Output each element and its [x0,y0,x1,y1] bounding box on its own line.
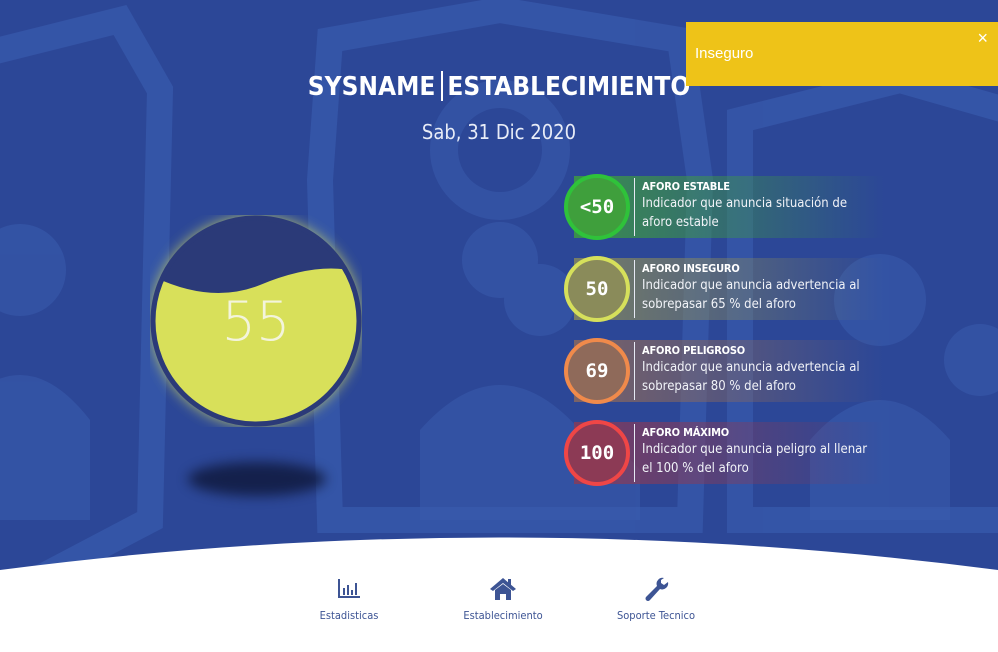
close-icon[interactable]: × [977,28,988,49]
nav-item-estadisticas[interactable]: Estadisticas [274,576,424,622]
legend-description: Indicador que anuncia peligro al llenar … [642,442,868,476]
gauge-shadow [188,462,326,496]
nav-item-soporte-tecnico[interactable]: Soporte Tecnico [581,576,731,622]
legend-item: 69 AFORO PELIGROSO Indicador que anuncia a… [564,338,884,404]
app-screen: SYSNAME ESTABLECIMIENTO Sab, 31 Dic 2020 … [0,0,998,652]
gauge-value: 55 [221,290,291,353]
establishment-name: ESTABLECIMIENTO [447,72,691,102]
legend-indicator-circle: 100 [564,420,630,486]
nav-item-establecimiento[interactable]: Establecimiento [428,576,578,622]
legend-item: 100 AFORO MÁXIMO Indicador que anuncia pel… [564,420,884,486]
legend-title: AFORO INSEGURO [642,262,740,275]
legend-divider [634,178,635,236]
legend-title: AFORO ESTABLE [642,180,730,193]
current-date: Sab, 31 Dic 2020 [421,120,577,144]
legend-indicator-circle: 69 [564,338,630,404]
title-separator [441,70,444,101]
toast-message: Inseguro [695,45,754,62]
legend-indicator-circle: <50 [564,174,630,240]
bar-chart-icon [338,579,360,598]
legend-description: Indicador que anuncia advertencia al sob… [642,278,860,312]
nav-label-estadisticas: Estadisticas [319,609,379,622]
legend-description: Indicador que anuncia advertencia al sob… [642,360,860,394]
legend-title: AFORO PELIGROSO [642,344,745,357]
wrench-icon [645,577,669,601]
legend-item: 50 AFORO INSEGURO Indicador que anuncia ad… [564,256,884,322]
nav-label-soporte-tecnico: Soporte Tecnico [616,609,696,622]
legend-item: <50 AFORO ESTABLE Indicador que anuncia si… [564,174,884,240]
brand-name: SYSNAME [307,72,436,102]
home-icon [490,578,516,600]
legend-divider [634,260,635,318]
legend-description: Indicador que anuncia situación de aforo… [642,196,848,230]
legend-title: AFORO MÁXIMO [642,426,729,439]
legend-divider [634,342,635,400]
nav-label-establecimiento: Establecimiento [463,609,543,622]
legend-divider [634,424,635,482]
legend-indicator-circle: 50 [564,256,630,322]
status-toast: Inseguro × [686,22,998,86]
